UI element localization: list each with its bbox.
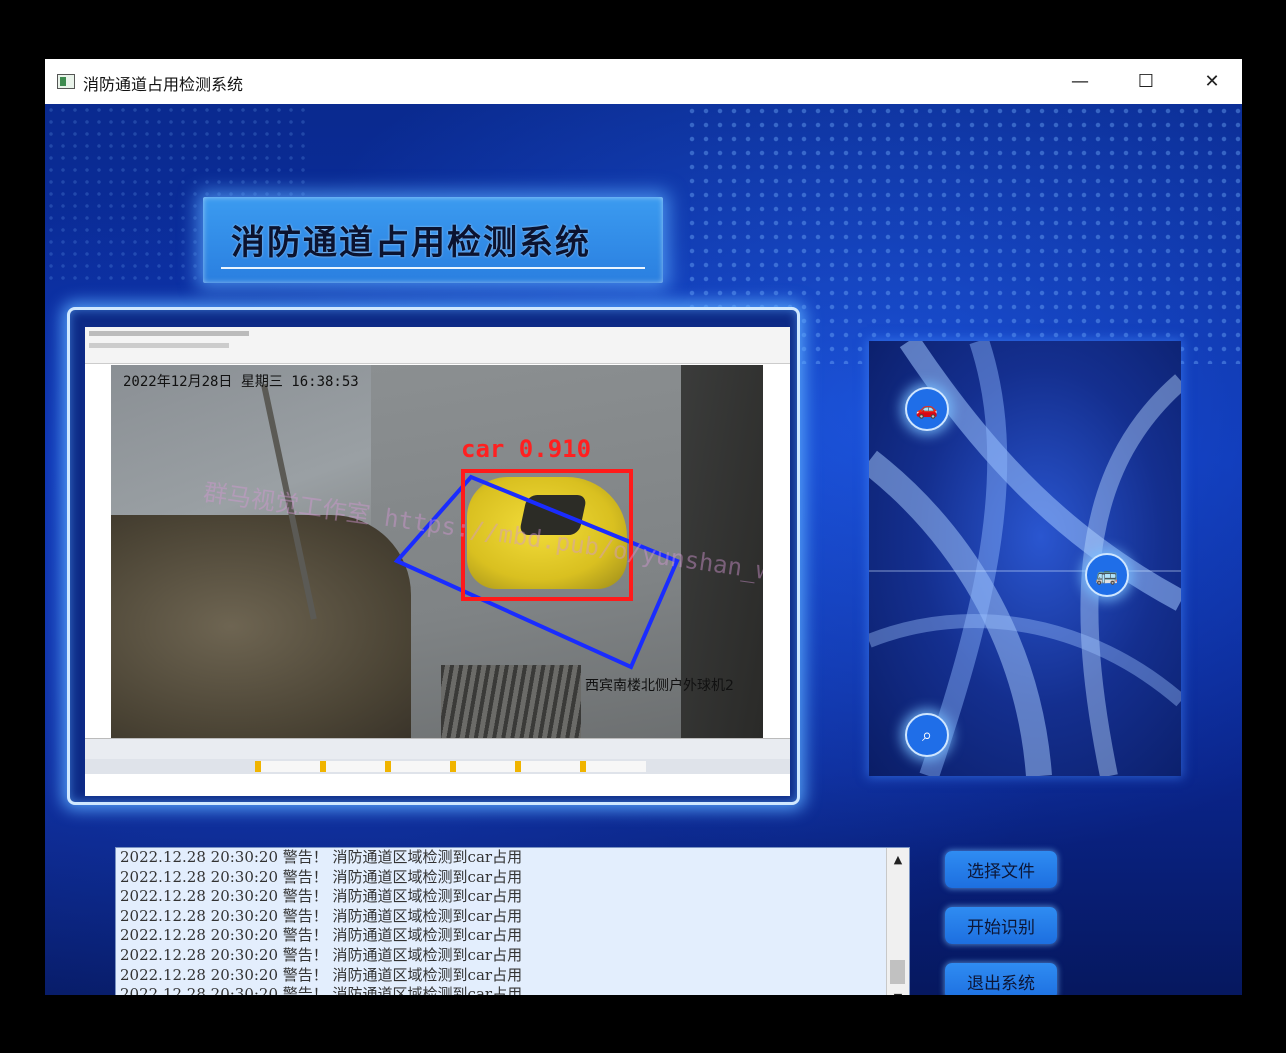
log-line: 2022.12.28 20:30:20 警告！ 消防通道区域检测到car占用 bbox=[120, 887, 523, 906]
search-icon: ⌕ bbox=[905, 713, 949, 757]
video-screen: car 0.910 2022年12月28日 星期三 16:38:53 西宾南楼北… bbox=[85, 327, 790, 796]
start-recognition-button[interactable]: 开始识别 bbox=[945, 907, 1057, 944]
background-panel: 消防通道占用检测系统 car 0.910 2022年12月28日 星期三 16:… bbox=[45, 104, 1242, 995]
log-line: 2022.12.28 20:30:20 警告！ 消防通道区域检测到car占用 bbox=[120, 906, 523, 925]
maximize-button[interactable]: ☐ bbox=[1113, 59, 1179, 104]
log-line: 2022.12.28 20:30:20 警告！ 消防通道区域检测到car占用 bbox=[120, 867, 523, 886]
title-bar: 消防通道占用检测系统 — ☐ ✕ bbox=[45, 59, 1242, 105]
scroll-thumb[interactable] bbox=[890, 960, 905, 984]
camera-location: 西宾南楼北侧户外球机2 bbox=[585, 678, 734, 694]
window-title: 消防通道占用检测系统 bbox=[83, 75, 244, 94]
minimize-button[interactable]: — bbox=[1047, 59, 1113, 104]
header-banner: 消防通道占用检测系统 bbox=[203, 197, 663, 283]
scroll-up-icon[interactable]: ▲ bbox=[887, 849, 909, 869]
detection-label: car 0.910 bbox=[461, 435, 592, 463]
log-line: 2022.12.28 20:30:20 警告！ 消防通道区域检测到car占用 bbox=[120, 945, 523, 964]
page-title: 消防通道占用检测系统 bbox=[231, 223, 591, 263]
embedded-taskbar bbox=[85, 738, 790, 775]
bus-icon: 🚌 bbox=[1085, 553, 1129, 597]
traffic-illustration: 🚗 🚌 ⌕ bbox=[869, 341, 1181, 776]
select-file-button[interactable]: 选择文件 bbox=[945, 851, 1057, 888]
camera-feed: car 0.910 2022年12月28日 星期三 16:38:53 西宾南楼北… bbox=[111, 365, 763, 738]
app-window: 消防通道占用检测系统 — ☐ ✕ 消防通道占用检测系统 car 0.910 20… bbox=[45, 59, 1242, 995]
camera-timestamp: 2022年12月28日 星期三 16:38:53 bbox=[123, 374, 359, 390]
log-list: 2022.12.28 20:30:20 警告！ 消防通道区域检测到car占用 2… bbox=[120, 848, 880, 995]
video-display-frame: car 0.910 2022年12月28日 星期三 16:38:53 西宾南楼北… bbox=[67, 307, 800, 805]
car-icon: 🚗 bbox=[905, 387, 949, 431]
exit-system-button[interactable]: 退出系统 bbox=[945, 963, 1057, 995]
log-line: 2022.12.28 20:30:20 警告！ 消防通道区域检测到car占用 bbox=[120, 926, 523, 945]
log-line: 2022.12.28 20:30:20 警告！ 消防通道区域检测到car占用 bbox=[120, 848, 523, 866]
app-icon bbox=[57, 74, 75, 89]
player-toolbar bbox=[85, 327, 790, 364]
log-scrollbar[interactable]: ▲ ▼ bbox=[886, 848, 909, 995]
alert-log[interactable]: 2022.12.28 20:30:20 警告！ 消防通道区域检测到car占用 2… bbox=[115, 847, 910, 995]
header-underline bbox=[221, 267, 645, 269]
scroll-down-icon[interactable]: ▼ bbox=[887, 987, 909, 996]
log-line: 2022.12.28 20:30:20 警告！ 消防通道区域检测到car占用 bbox=[120, 965, 523, 984]
log-line: 2022.12.28 20:30:20 警告！ 消防通道区域检测到car占用 bbox=[120, 985, 523, 995]
close-button[interactable]: ✕ bbox=[1179, 59, 1242, 104]
